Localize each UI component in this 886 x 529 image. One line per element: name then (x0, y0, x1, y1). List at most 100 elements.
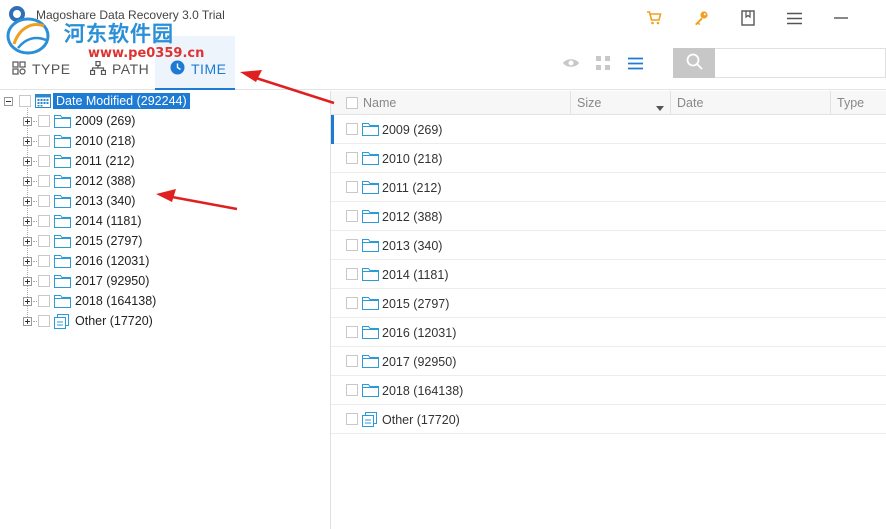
tree-item-checkbox[interactable] (38, 175, 50, 187)
folder-icon (362, 238, 379, 255)
expand-toggle[interactable] (23, 117, 32, 126)
expand-toggle[interactable] (23, 297, 32, 306)
list-item[interactable]: 2013 (340) (331, 231, 886, 260)
folder-icon (54, 194, 71, 211)
list-item-label: 2010 (218) (382, 152, 443, 166)
list-item-label: 2014 (1181) (382, 268, 449, 282)
folder-icon (362, 180, 379, 197)
type-icon (12, 60, 26, 78)
folder-icon (54, 234, 71, 251)
list-item-checkbox[interactable] (346, 152, 358, 164)
tree-item-checkbox[interactable] (38, 275, 50, 287)
expand-toggle[interactable] (23, 177, 32, 186)
column-header-name[interactable]: Name (361, 91, 571, 115)
tree-item-label: Other (17720) (75, 314, 153, 328)
list-item-label: 2015 (2797) (382, 297, 450, 311)
list-item-checkbox[interactable] (346, 413, 358, 425)
tree-item-checkbox[interactable] (38, 195, 50, 207)
search-input[interactable] (715, 48, 886, 78)
search-button[interactable] (673, 48, 715, 78)
expand-toggle[interactable] (23, 237, 32, 246)
list-item[interactable]: 2015 (2797) (331, 289, 886, 318)
folder-icon (54, 174, 71, 191)
expand-toggle[interactable] (23, 137, 32, 146)
list-view-icon[interactable] (626, 54, 644, 72)
tree-item-checkbox[interactable] (38, 215, 50, 227)
tree-item-label: 2018 (164138) (75, 294, 157, 308)
preview-eye-icon[interactable] (562, 54, 580, 72)
tree-item-checkbox[interactable] (38, 315, 50, 327)
column-header-date[interactable]: Date (671, 91, 831, 115)
list-item-checkbox[interactable] (346, 181, 358, 193)
list-header: Name Size Date Type (331, 91, 886, 115)
select-all-checkbox[interactable] (346, 97, 358, 109)
tree-root-label: Date Modified (292244) (53, 93, 190, 109)
tab-path[interactable]: PATH (89, 48, 150, 90)
sort-down-icon (656, 100, 664, 114)
tree-item-checkbox[interactable] (38, 255, 50, 267)
minimize-icon[interactable] (832, 9, 850, 27)
tree-item-label: 2011 (212) (75, 154, 135, 168)
grid-view-icon[interactable] (594, 54, 612, 72)
list-item[interactable]: 2012 (388) (331, 202, 886, 231)
tree-item-label: 2015 (2797) (75, 234, 143, 248)
list-item[interactable]: 2011 (212) (331, 173, 886, 202)
tree-item-label: 2014 (1181) (75, 214, 142, 228)
folder-icon (362, 383, 379, 400)
list-item-checkbox[interactable] (346, 326, 358, 338)
list-item-checkbox[interactable] (346, 355, 358, 367)
list-item[interactable]: 2010 (218) (331, 144, 886, 173)
list-item-label: 2011 (212) (382, 181, 442, 195)
tab-path-label: PATH (112, 61, 150, 77)
path-icon (89, 60, 107, 78)
list-item[interactable]: 2017 (92950) (331, 347, 886, 376)
collapse-toggle[interactable] (4, 97, 13, 106)
tab-type[interactable]: TYPE (12, 48, 71, 90)
tree-item-checkbox[interactable] (38, 235, 50, 247)
menu-icon[interactable] (785, 9, 803, 27)
active-tab-indicator (155, 88, 235, 90)
list-item-label: 2017 (92950) (382, 355, 457, 369)
tree-item-checkbox[interactable] (38, 295, 50, 307)
calendar-icon (35, 93, 51, 111)
list-item-label: 2013 (340) (382, 239, 443, 253)
cart-icon[interactable] (645, 9, 663, 27)
folder-icon (362, 325, 379, 342)
list-item-checkbox[interactable] (346, 297, 358, 309)
tree-item-checkbox[interactable] (38, 155, 50, 167)
tree-item-label: 2009 (269) (75, 114, 136, 128)
tab-time[interactable]: TIME (170, 48, 226, 90)
list-item-label: 2012 (388) (382, 210, 443, 224)
tree-root-checkbox[interactable] (19, 95, 31, 107)
list-item-checkbox[interactable] (346, 123, 358, 135)
file-list: Name Size Date Type 2009 (269) 2010 (218)… (331, 91, 886, 529)
list-item[interactable]: 2016 (12031) (331, 318, 886, 347)
column-header-type[interactable]: Type (831, 91, 886, 115)
tree-item-checkbox[interactable] (38, 115, 50, 127)
other-files-icon (54, 314, 70, 332)
folder-icon (54, 214, 71, 231)
list-item-label: 2016 (12031) (382, 326, 457, 340)
expand-toggle[interactable] (23, 317, 32, 326)
tree-item-checkbox[interactable] (38, 135, 50, 147)
expand-toggle[interactable] (23, 217, 32, 226)
list-item-checkbox[interactable] (346, 239, 358, 251)
time-tree: Date Modified (292244) 2009 (269) 2010 (2… (0, 91, 330, 529)
column-header-size[interactable]: Size (571, 91, 671, 115)
list-item[interactable]: 2009 (269) (331, 115, 886, 144)
bookmark-icon[interactable] (739, 9, 757, 27)
expand-toggle[interactable] (23, 197, 32, 206)
list-item[interactable]: 2018 (164138) (331, 376, 886, 405)
expand-toggle[interactable] (23, 257, 32, 266)
tree-item-label: 2013 (340) (75, 194, 136, 208)
list-item-checkbox[interactable] (346, 210, 358, 222)
folder-icon (54, 154, 71, 171)
list-item[interactable]: Other (17720) (331, 405, 886, 434)
key-icon[interactable] (692, 9, 710, 27)
expand-toggle[interactable] (23, 277, 32, 286)
list-item-checkbox[interactable] (346, 384, 358, 396)
list-item[interactable]: 2014 (1181) (331, 260, 886, 289)
expand-toggle[interactable] (23, 157, 32, 166)
list-item-checkbox[interactable] (346, 268, 358, 280)
folder-icon (54, 134, 71, 151)
